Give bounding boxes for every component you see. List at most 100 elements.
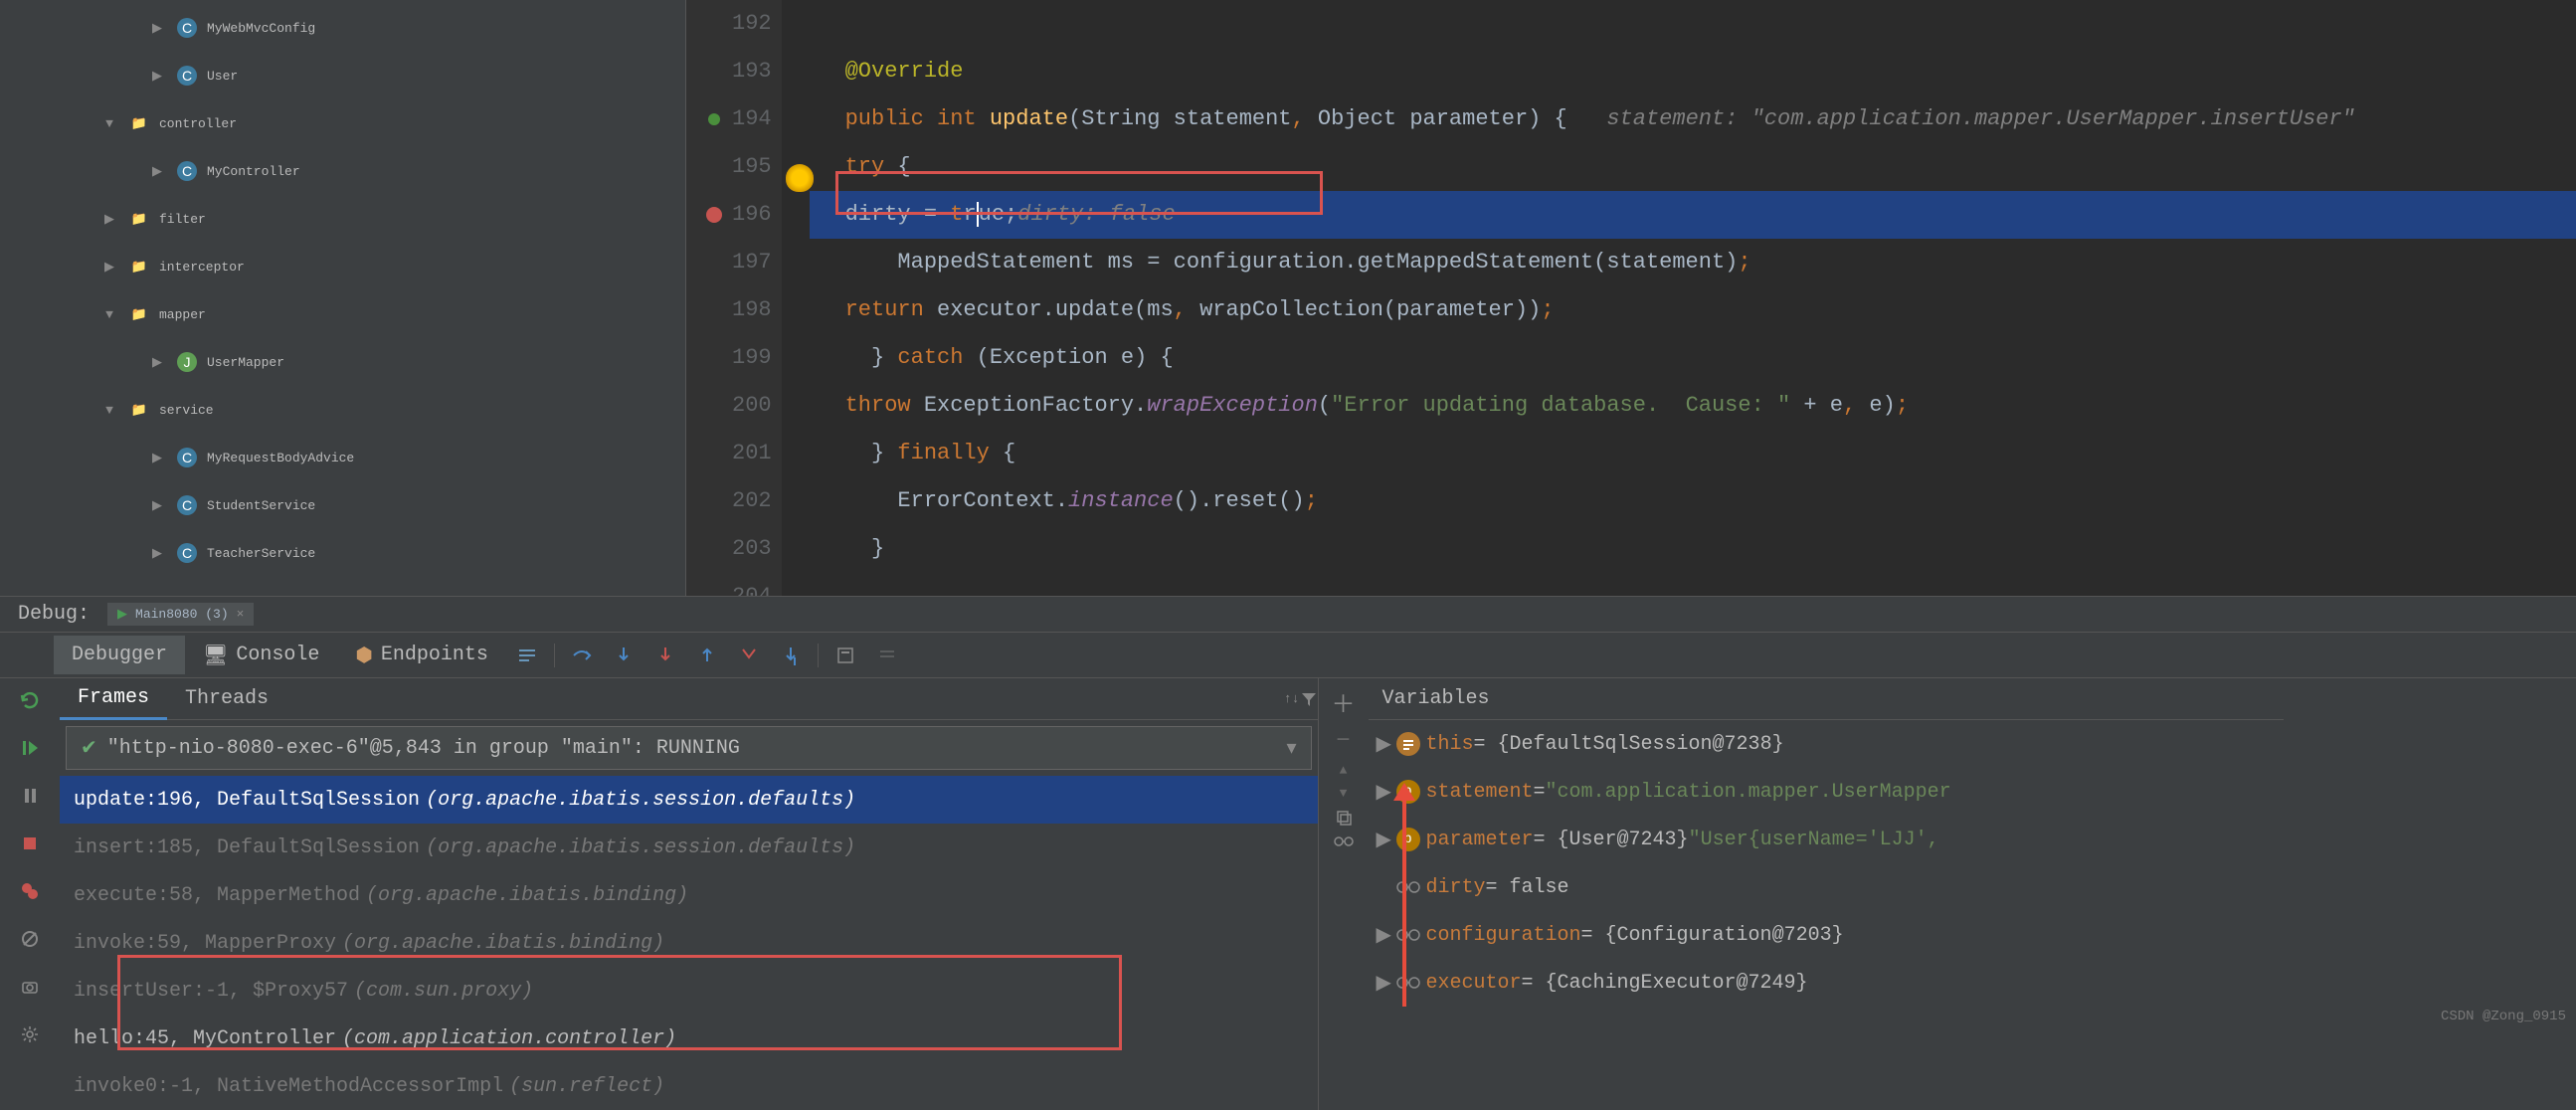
tree-item[interactable]: ▼📁service [0,386,685,434]
tree-item[interactable]: ▶📁interceptor [0,243,685,290]
tree-item[interactable]: ▶CStudentService [0,481,685,529]
step-out-icon[interactable] [692,641,722,670]
glasses-icon[interactable] [1334,834,1354,848]
watch-up-icon[interactable]: ▲ [1340,763,1348,778]
tree-item[interactable]: ▶CMyWebMvcConfig [0,4,685,52]
settings-icon[interactable] [16,1020,44,1048]
rerun-icon[interactable] [16,686,44,714]
chevron-icon[interactable]: ▶ [1377,731,1396,757]
tree-item[interactable]: ▶JUserMapper [0,338,685,386]
chevron-icon[interactable]: ▶ [95,260,123,275]
project-tree[interactable]: ▶CMyWebMvcConfig▶CUser▼📁controller▶CMyCo… [0,0,686,596]
chevron-icon[interactable]: ▶ [143,164,171,179]
thread-selector[interactable]: ✔ "http-nio-8080-exec-6"@5,843 in group … [66,726,1312,770]
variable-value: = {Configuration@7203} [1581,924,1844,947]
stack-frames-list[interactable]: update:196, DefaultSqlSession (org.apach… [60,776,1318,1110]
frame-location: invoke:59, MapperProxy [74,932,336,955]
tree-item[interactable]: ▶CUser [0,52,685,99]
evaluate-icon[interactable] [830,641,860,670]
code-body[interactable]: @Override public int update(String state… [810,0,2576,596]
stack-frame[interactable]: insert:185, DefaultSqlSession (org.apach… [60,824,1318,871]
variable-row[interactable]: ▶pparameter = {User@7243} "User{userName… [1369,816,2284,863]
chevron-icon[interactable]: ▶ [143,451,171,465]
stop-icon[interactable] [16,830,44,857]
tree-item[interactable]: ▼📁mapper [0,290,685,338]
folder-icon: 📁 [123,260,155,275]
drop-frame-icon[interactable] [734,641,764,670]
variable-row[interactable]: dirty = false [1369,863,2284,911]
thread-dump-icon[interactable] [512,641,542,670]
svg-text:C: C [182,450,192,465]
run-to-cursor-icon[interactable] [776,641,806,670]
remove-watch-icon[interactable]: − [1336,728,1350,755]
chevron-icon[interactable]: ▶ [1377,779,1396,805]
class-icon: C [171,447,203,468]
chevron-icon[interactable]: ▼ [95,116,123,131]
duplicate-watch-icon[interactable] [1335,809,1353,827]
next-frame-icon[interactable]: ↓ [1292,691,1300,706]
close-icon[interactable]: × [237,607,245,622]
variable-string: "User{userName='LJJ', [1689,829,1939,851]
tree-item[interactable]: ▶ C MyRequestBodyAdvice [0,434,685,481]
variable-value: = {CachingExecutor@7249} [1522,972,1808,995]
tab-debugger[interactable]: Debugger [54,636,185,674]
chevron-icon[interactable]: ▶ [1377,922,1396,948]
tab-console[interactable]: 🖥Console [185,635,337,676]
resume-icon[interactable] [16,734,44,762]
view-breakpoints-icon[interactable] [16,877,44,905]
stack-frame[interactable]: execute:58, MapperMethod (org.apache.iba… [60,871,1318,919]
chevron-icon[interactable]: ▶ [1377,827,1396,852]
variable-row[interactable]: ▶this = {DefaultSqlSession@7238} [1369,720,2284,768]
chevron-icon[interactable]: ▶ [143,355,171,370]
stack-frame[interactable]: update:196, DefaultSqlSession (org.apach… [60,776,1318,824]
step-over-icon[interactable] [567,641,597,670]
force-step-into-icon[interactable] [650,641,680,670]
chevron-icon[interactable]: ▶ [143,546,171,561]
variables-list[interactable]: ▶this = {DefaultSqlSession@7238}▶pstatem… [1369,720,2284,1110]
watermark: CSDN @Zong_0915 [2441,1009,2566,1024]
tree-item[interactable]: ▶📁filter [0,195,685,243]
step-into-icon[interactable] [609,641,639,670]
thread-name: "http-nio-8080-exec-6"@5,843 in group "m… [107,737,740,760]
tree-item[interactable]: ▶CMyController [0,147,685,195]
chevron-icon[interactable]: ▶ [143,498,171,513]
tree-item-label: MyRequestBodyAdvice [207,451,354,465]
interface-icon: J [171,351,203,373]
mute-breakpoints-icon[interactable] [16,925,44,953]
variable-row[interactable]: ▶configuration = {Configuration@7203} [1369,911,2284,959]
tab-endpoints[interactable]: ⬢Endpoints [337,635,506,676]
stack-frame[interactable]: insertUser:-1, $Proxy57 (com.sun.proxy) [60,967,1318,1015]
code-editor[interactable]: 192 193 194 195 196 197 198 199 200 201 … [686,0,2576,596]
chevron-icon[interactable]: ▼ [95,403,123,418]
frame-location: execute:58, MapperMethod [74,884,360,907]
tree-item-label: service [159,403,214,418]
stack-frame[interactable]: invoke0:-1, NativeMethodAccessorImpl (su… [60,1062,1318,1110]
frames-tab[interactable]: Frames [60,678,167,720]
camera-icon[interactable] [16,973,44,1001]
trace-icon[interactable] [872,641,902,670]
stack-frame[interactable]: hello:45, MyController (com.application.… [60,1015,1318,1062]
chevron-icon[interactable]: ▶ [95,212,123,227]
stack-frame[interactable]: invoke:59, MapperProxy (org.apache.ibati… [60,919,1318,967]
prev-frame-icon[interactable]: ↑ [1284,691,1292,706]
add-watch-icon[interactable]: ＋ [1332,684,1356,720]
chevron-icon[interactable]: ▶ [143,69,171,84]
debug-session-name: Main8080 (3) [135,607,229,622]
debug-session-tab[interactable]: ▶ Main8080 (3) × [107,603,254,626]
chevron-icon[interactable]: ▶ [1377,970,1396,996]
tree-item-label: controller [159,116,237,131]
breakpoint-icon[interactable] [696,206,732,224]
tree-item-label: User [207,69,238,84]
tree-item[interactable]: ▶CTeacherService [0,529,685,577]
watch-down-icon[interactable]: ▼ [1340,786,1348,801]
check-icon: ✔ [81,735,97,761]
chevron-icon[interactable]: ▶ [143,21,171,36]
chevron-icon[interactable]: ▼ [95,307,123,322]
variable-row[interactable]: ▶executor = {CachingExecutor@7249} [1369,959,2284,1007]
threads-tab[interactable]: Threads [167,679,286,718]
tree-item[interactable]: ▼📁controller [0,99,685,147]
filter-icon[interactable] [1300,690,1318,708]
pause-icon[interactable] [16,782,44,810]
variable-row[interactable]: ▶pstatement = "com.application.mapper.Us… [1369,768,2284,816]
intention-bulb-icon[interactable] [786,164,814,192]
